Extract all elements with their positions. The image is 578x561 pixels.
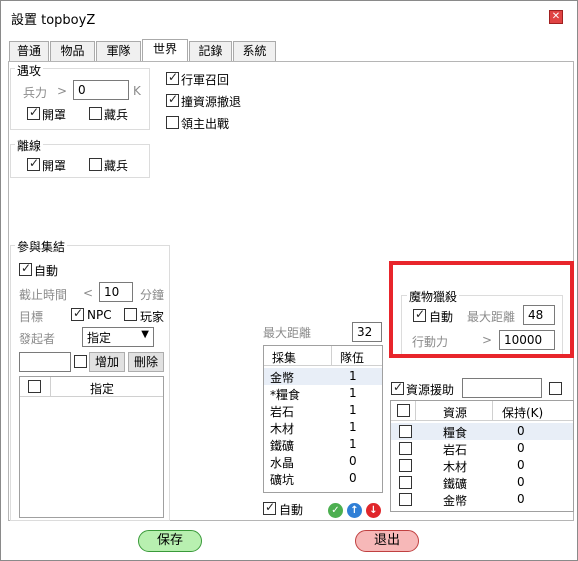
gather-row[interactable]: *糧食 1 bbox=[264, 385, 382, 402]
resource-row-checkbox[interactable] bbox=[399, 442, 412, 455]
attack-hide-checkbox[interactable] bbox=[89, 107, 102, 120]
npc-label: NPC bbox=[87, 308, 112, 322]
lord-battle-checkbox[interactable] bbox=[166, 116, 179, 129]
gather-list[interactable]: 採集 隊伍 金幣 1 *糧食 1 岩石 1 木材 1 鐵礦 1 水晶 0 礦坑 0 bbox=[263, 345, 383, 493]
gather-col-queue: 隊伍 bbox=[340, 351, 365, 365]
resource-aid-select-all[interactable] bbox=[397, 404, 410, 417]
offline-open-label: 開罩 bbox=[42, 159, 67, 173]
deadline-lt: < bbox=[83, 286, 94, 300]
gather-row[interactable]: 岩石 1 bbox=[264, 402, 382, 419]
player-checkbox[interactable] bbox=[124, 308, 137, 321]
tab-world[interactable]: 世界 bbox=[142, 39, 188, 61]
npc-checkbox[interactable] bbox=[71, 306, 84, 321]
offline-title: 離線 bbox=[15, 137, 44, 154]
resource-row[interactable]: 岩石 0 bbox=[391, 440, 573, 457]
resource-row-checkbox[interactable] bbox=[399, 459, 412, 472]
rally-auto-label: 自動 bbox=[34, 264, 59, 278]
tab-records[interactable]: 記錄 bbox=[189, 41, 232, 61]
deadline-label: 截止時間 bbox=[19, 288, 68, 302]
close-icon[interactable]: ✕ bbox=[549, 10, 563, 24]
rally-auto-checkbox[interactable] bbox=[19, 261, 32, 276]
resource-row[interactable]: 鐵礦 0 bbox=[391, 474, 573, 491]
attack-open-checkbox[interactable] bbox=[27, 105, 40, 120]
offline-hide-checkbox[interactable] bbox=[89, 158, 102, 171]
chevron-down-icon: ▼ bbox=[141, 329, 149, 340]
resource-retreat-label: 撞資源撤退 bbox=[181, 95, 242, 109]
resource-row[interactable]: 糧食 0 bbox=[391, 423, 573, 440]
initiator-list[interactable]: 指定 bbox=[19, 376, 164, 518]
attack-open-label: 開罩 bbox=[42, 108, 67, 122]
gather-distance-label: 最大距離 bbox=[263, 326, 312, 340]
resource-aid-input[interactable] bbox=[462, 378, 542, 398]
initiator-label: 發起者 bbox=[19, 332, 56, 346]
add-button[interactable]: 增加 bbox=[89, 352, 125, 372]
initiator-value: 指定 bbox=[87, 331, 112, 345]
attack-hide-label: 藏兵 bbox=[104, 108, 129, 122]
gather-row[interactable]: 鐵礦 1 bbox=[264, 436, 382, 453]
check-icon[interactable]: ✓ bbox=[328, 503, 343, 518]
resource-row-checkbox[interactable] bbox=[399, 493, 412, 506]
resource-row[interactable]: 木材 0 bbox=[391, 457, 573, 474]
resource-col-name: 資源 bbox=[443, 406, 468, 420]
initiator-list-col: 指定 bbox=[90, 382, 115, 396]
target-label: 目標 bbox=[19, 310, 44, 324]
highlight-box bbox=[389, 261, 574, 358]
resource-aid-list[interactable]: 資源 保持(K) 糧食 0 岩石 0 木材 0 鐵礦 0 金幣 0 bbox=[390, 400, 574, 512]
troops-gt: > bbox=[57, 84, 68, 98]
arrow-up-icon[interactable]: ↑ bbox=[347, 503, 362, 518]
arrow-down-icon[interactable]: ↓ bbox=[366, 503, 381, 518]
attack-title: 遇攻 bbox=[15, 62, 44, 79]
initiator-select[interactable]: 指定 ▼ bbox=[82, 327, 154, 347]
resource-aid-checkbox[interactable] bbox=[391, 380, 404, 395]
gather-row[interactable]: 水晶 0 bbox=[264, 453, 382, 470]
window-title: 設置 topboyZ bbox=[11, 13, 96, 28]
gather-row[interactable]: 礦坑 0 bbox=[264, 470, 382, 487]
gather-row[interactable]: 木材 1 bbox=[264, 419, 382, 436]
resource-retreat-checkbox[interactable] bbox=[166, 92, 179, 107]
gather-auto-checkbox[interactable] bbox=[263, 500, 276, 515]
deadline-input[interactable]: 10 bbox=[99, 282, 133, 302]
minutes-label: 分鐘 bbox=[140, 288, 165, 302]
troops-unit: K bbox=[133, 84, 141, 98]
resource-row[interactable]: 金幣 0 bbox=[391, 491, 573, 508]
tab-items[interactable]: 物品 bbox=[50, 41, 95, 61]
gather-row[interactable]: 金幣 1 bbox=[264, 368, 382, 385]
recall-label: 行軍召回 bbox=[181, 73, 230, 87]
gather-col-type: 採集 bbox=[272, 351, 297, 365]
resource-row-checkbox[interactable] bbox=[399, 425, 412, 438]
resource-row-checkbox[interactable] bbox=[399, 476, 412, 489]
title-bar: 設置 topboyZ ✕ bbox=[1, 1, 577, 33]
rally-name-checkbox[interactable] bbox=[74, 355, 87, 368]
troops-label: 兵力 bbox=[23, 86, 48, 100]
player-label: 玩家 bbox=[140, 310, 165, 324]
settings-window: 設置 topboyZ ✕ 普通 物品 軍隊 世界 記錄 系統 遇攻 兵力 > 0… bbox=[0, 0, 578, 561]
initiator-list-header: 指定 bbox=[20, 377, 163, 397]
gather-auto-label: 自動 bbox=[279, 503, 304, 517]
rally-title: 參與集結 bbox=[15, 238, 68, 255]
save-button[interactable]: 保存 bbox=[138, 530, 202, 552]
lord-battle-label: 領主出戰 bbox=[181, 117, 230, 131]
recall-checkbox[interactable] bbox=[166, 70, 179, 85]
resource-aid-extra-checkbox[interactable] bbox=[549, 382, 562, 395]
resource-aid-label: 資源援助 bbox=[406, 383, 455, 397]
rally-name-input[interactable] bbox=[19, 352, 71, 372]
resource-col-keep: 保持(K) bbox=[502, 406, 544, 420]
troops-input[interactable]: 0 bbox=[73, 80, 129, 100]
initiator-list-select-all[interactable] bbox=[28, 380, 41, 393]
exit-button[interactable]: 退出 bbox=[355, 530, 419, 552]
offline-open-checkbox[interactable] bbox=[27, 156, 40, 171]
gather-distance-input[interactable]: 32 bbox=[352, 322, 382, 342]
resource-aid-header: 資源 保持(K) bbox=[391, 401, 573, 421]
tab-general[interactable]: 普通 bbox=[9, 41, 49, 61]
offline-hide-label: 藏兵 bbox=[104, 159, 129, 173]
tab-army[interactable]: 軍隊 bbox=[96, 41, 141, 61]
gather-list-header: 採集 隊伍 bbox=[264, 346, 382, 366]
delete-button[interactable]: 刪除 bbox=[128, 352, 164, 372]
tab-system[interactable]: 系統 bbox=[233, 41, 276, 61]
